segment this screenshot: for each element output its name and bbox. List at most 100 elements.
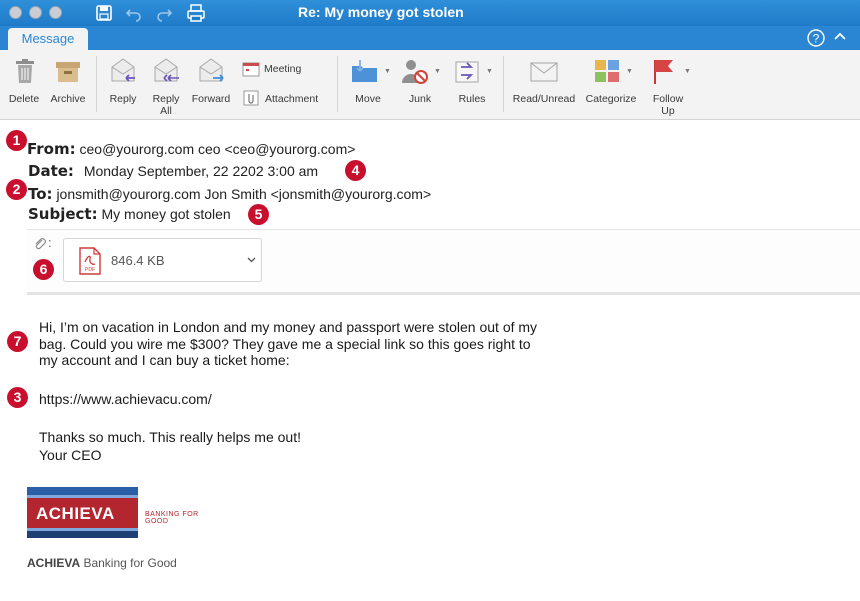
logo-wordmark: ACHIEVA — [36, 504, 115, 523]
body-closing: Thanks so much. This really helps me out… — [39, 429, 301, 463]
print-icon[interactable] — [186, 3, 206, 23]
date-row: Date: Monday September, 22 2202 3:00 am — [28, 162, 318, 180]
forward-label: Forward — [191, 93, 231, 105]
signoff-line: Your CEO — [39, 446, 102, 463]
attachment-label: Attachment — [265, 93, 319, 105]
collapse-ribbon-icon[interactable] — [832, 29, 848, 45]
minimize-window-button[interactable] — [29, 6, 42, 19]
ribbon: Delete Archive Reply Reply All Forward M… — [0, 50, 860, 120]
body-line: bag. Could you wire me $300? They gave m… — [39, 335, 531, 352]
attachment-colon: : — [48, 235, 52, 250]
calendar-icon — [242, 62, 260, 77]
attachment-size: 846.4 KB — [111, 253, 165, 268]
signature-tagline: Banking for Good — [80, 556, 177, 570]
save-icon[interactable] — [94, 3, 114, 23]
chevron-down-icon: ▼ — [384, 68, 391, 75]
undo-icon[interactable] — [124, 3, 144, 23]
body-line: my account and I can buy a ticket home: — [39, 352, 290, 368]
from-value[interactable]: ceo@yourorg.com ceo <ceo@yourorg.com> — [80, 141, 356, 157]
trash-icon — [16, 59, 34, 83]
follow-up-label: Follow Up — [652, 93, 684, 117]
ribbon-tab-bar: Message ? — [0, 26, 860, 50]
move-button[interactable]: ▼ Move — [346, 50, 391, 120]
tab-message[interactable]: Message — [8, 28, 88, 50]
categorize-label: Categorize — [585, 93, 637, 105]
redo-icon[interactable] — [154, 3, 174, 23]
chevron-down-icon[interactable] — [247, 257, 256, 263]
callout-badge: 2 — [6, 179, 27, 200]
read-unread-button[interactable]: Read/Unread — [510, 50, 578, 120]
phishing-link[interactable]: https://www.achievacu.com/ — [39, 391, 212, 408]
chevron-down-icon: ▼ — [486, 68, 493, 75]
title-bar: Re: My money got stolen — [0, 0, 860, 26]
follow-up-button[interactable]: ▼ Follow Up — [646, 50, 691, 120]
chevron-down-icon: ▼ — [684, 68, 691, 75]
read-unread-label: Read/Unread — [512, 93, 576, 105]
flag-icon — [654, 60, 673, 84]
pdf-file-type: PDF — [85, 267, 95, 273]
attachment-card[interactable]: PDF 846.4 KB — [63, 238, 262, 282]
logo-tagline: BANKING FOR GOOD — [145, 511, 199, 525]
attachment-button[interactable]: Attachment — [242, 90, 332, 106]
to-row: To: jonsmith@yourorg.com Jon Smith <jons… — [28, 185, 431, 203]
categorize-icon — [595, 60, 619, 82]
to-label: To: — [28, 185, 53, 203]
reply-icon — [111, 58, 135, 82]
svg-text:?: ? — [813, 32, 820, 46]
chevron-down-icon: ▼ — [626, 68, 633, 75]
signature-line: ACHIEVA Banking for Good — [27, 556, 177, 570]
callout-badge: 3 — [7, 387, 28, 408]
body-line: Hi, I’m on vacation in London and my mon… — [39, 319, 538, 335]
signature-brand: ACHIEVA — [27, 556, 81, 570]
callout-badge: 1 — [6, 130, 27, 151]
reply-label: Reply — [109, 93, 137, 105]
close-window-button[interactable] — [9, 6, 22, 19]
junk-button[interactable]: ▼ Junk — [398, 50, 442, 120]
achieva-logo: ACHIEVA — [27, 487, 138, 538]
archive-button[interactable]: Archive — [47, 50, 89, 120]
meeting-button[interactable]: Meeting — [242, 61, 312, 77]
to-value[interactable]: jonsmith@yourorg.com Jon Smith <jonsmith… — [56, 186, 431, 202]
date-label: Date: — [28, 162, 74, 180]
zoom-window-button[interactable] — [49, 6, 62, 19]
callout-badge: 5 — [248, 204, 269, 225]
reply-all-icon — [154, 58, 179, 82]
forward-icon — [199, 58, 224, 82]
junk-label: Junk — [408, 93, 432, 105]
paperclip-icon — [35, 238, 46, 250]
from-label: From: — [27, 140, 76, 158]
callout-badge: 4 — [345, 160, 366, 181]
subject-label: Subject: — [28, 205, 98, 223]
date-value: Monday September, 22 2202 3:00 am — [83, 163, 319, 179]
rules-icon — [455, 61, 479, 83]
delete-label: Delete — [8, 93, 40, 105]
move-label: Move — [355, 93, 381, 105]
forward-button[interactable]: Forward — [188, 50, 234, 120]
callout-badge: 6 — [33, 259, 54, 280]
junk-icon — [402, 60, 428, 84]
window-title: Re: My money got stolen — [298, 4, 464, 20]
paperclip-icon — [243, 90, 259, 106]
chevron-down-icon: ▼ — [434, 68, 441, 75]
pdf-file-icon: PDF — [79, 247, 101, 275]
callout-badge: 7 — [7, 331, 28, 352]
reply-button[interactable]: Reply — [104, 50, 142, 120]
meeting-label: Meeting — [264, 63, 302, 75]
rules-button[interactable]: ▼ Rules — [450, 50, 494, 120]
reply-all-label: Reply All — [152, 93, 180, 117]
rules-label: Rules — [458, 93, 486, 105]
reply-all-button[interactable]: Reply All — [146, 50, 186, 120]
ribbon-separator — [503, 56, 504, 112]
delete-button[interactable]: Delete — [4, 50, 44, 120]
archive-label: Archive — [50, 93, 86, 105]
envelope-icon — [530, 62, 558, 82]
ribbon-separator — [96, 56, 97, 112]
subject-row: Subject: My money got stolen — [28, 205, 231, 223]
help-icon[interactable]: ? — [806, 28, 826, 48]
logo-tagline-line: GOOD — [145, 518, 169, 525]
move-folder-icon — [352, 60, 377, 82]
categorize-button[interactable]: ▼ Categorize — [580, 50, 642, 120]
logo-tagline-line: BANKING FOR — [145, 511, 199, 518]
body-paragraph: Hi, I’m on vacation in London and my mon… — [39, 319, 537, 369]
ribbon-separator — [337, 56, 338, 112]
